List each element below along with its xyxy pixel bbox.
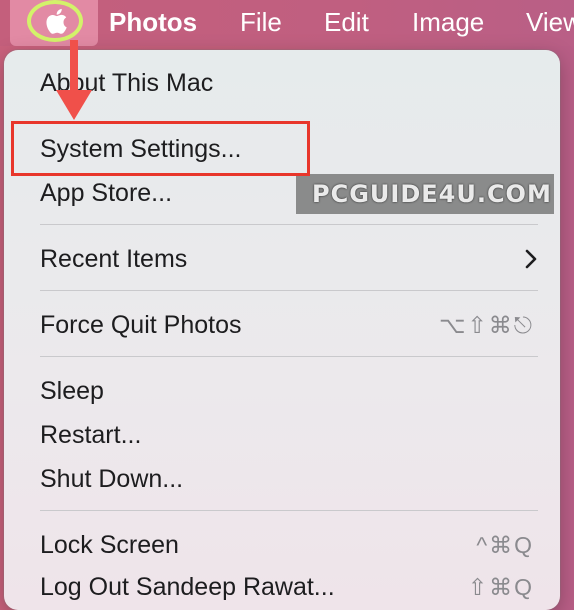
log-out-shortcut: ⇧⌘Q (467, 574, 534, 600)
menu-item-force-quit[interactable]: Force Quit Photos (40, 310, 241, 340)
chevron-right-icon (525, 249, 537, 269)
menu-item-restart[interactable]: Restart... (40, 420, 141, 450)
separator (40, 510, 538, 511)
watermark: PCGUIDE4U.COM (296, 174, 554, 214)
menu-item-app-store[interactable]: App Store... (40, 178, 172, 208)
menu-item-log-out[interactable]: Log Out Sandeep Rawat... (40, 572, 335, 602)
menu-item-sleep[interactable]: Sleep (40, 376, 104, 406)
annotation-highlight-box (11, 121, 310, 176)
annotation-arrow-icon (56, 40, 92, 120)
separator (40, 290, 538, 291)
menu-item-lock-screen[interactable]: Lock Screen (40, 530, 179, 560)
force-quit-shortcut: ⌥⇧⌘⎋ (439, 312, 534, 338)
menu-photos[interactable]: Photos (109, 7, 197, 37)
menu-image[interactable]: Image (412, 7, 484, 37)
separator (40, 224, 538, 225)
menu-item-recent-items[interactable]: Recent Items (40, 244, 187, 274)
menu-view[interactable]: View (526, 7, 574, 37)
menu-edit[interactable]: Edit (324, 7, 369, 37)
watermark-text: PCGUIDE4U.COM (312, 180, 552, 208)
menu-file[interactable]: File (240, 7, 282, 37)
separator (40, 356, 538, 357)
lock-screen-shortcut: ^⌘Q (476, 532, 534, 558)
annotation-circle (27, 0, 83, 42)
menu-item-shut-down[interactable]: Shut Down... (40, 464, 183, 494)
